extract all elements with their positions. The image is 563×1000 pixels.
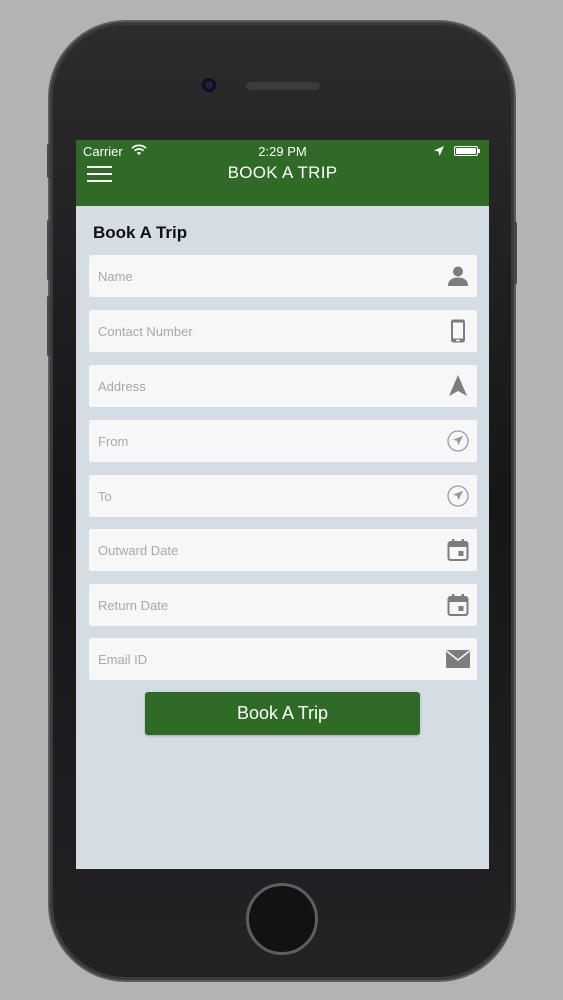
- navigation-bar: BOOK A TRIP: [76, 162, 489, 206]
- status-bar: Carrier 2:29 PM: [76, 140, 489, 162]
- return-date-field[interactable]: [89, 584, 477, 626]
- status-time: 2:29 PM: [258, 144, 307, 159]
- navigation-arrow-icon: [449, 375, 467, 396]
- battery-icon: [454, 146, 480, 156]
- volume-up-button: [47, 220, 50, 280]
- outward-date-input[interactable]: [89, 529, 429, 571]
- to-field[interactable]: [89, 475, 477, 517]
- home-button[interactable]: [246, 883, 318, 955]
- form-title: Book A Trip: [93, 223, 188, 242]
- contact-number-field[interactable]: [89, 310, 477, 352]
- location-services-icon: [434, 146, 444, 156]
- contact-number-input[interactable]: [89, 310, 429, 352]
- from-field[interactable]: [89, 420, 477, 462]
- name-field[interactable]: [89, 255, 477, 297]
- address-field[interactable]: [89, 365, 477, 407]
- location-arrow-icon: [447, 485, 469, 507]
- mute-switch: [47, 144, 50, 178]
- outward-date-field[interactable]: [89, 529, 477, 571]
- page-title: BOOK A TRIP: [227, 163, 338, 182]
- power-button: [514, 222, 517, 284]
- email-field[interactable]: [89, 638, 477, 680]
- address-input[interactable]: [89, 365, 429, 407]
- front-camera: [202, 78, 216, 92]
- to-input[interactable]: [89, 475, 429, 517]
- app-screen: Carrier 2:29 PM BOOK A TRIP Book A Trip: [76, 140, 489, 869]
- volume-down-button: [47, 296, 50, 356]
- from-input[interactable]: [89, 420, 429, 462]
- calendar-icon: [447, 594, 469, 616]
- phone-icon: [451, 319, 465, 343]
- email-input[interactable]: [89, 638, 429, 680]
- book-trip-button[interactable]: Book A Trip: [145, 692, 420, 735]
- envelope-icon: [446, 650, 470, 668]
- return-date-input[interactable]: [89, 584, 429, 626]
- earpiece-speaker: [246, 82, 320, 90]
- calendar-icon: [447, 539, 469, 561]
- person-icon: [448, 266, 468, 286]
- location-arrow-icon: [447, 430, 469, 452]
- name-input[interactable]: [89, 255, 429, 297]
